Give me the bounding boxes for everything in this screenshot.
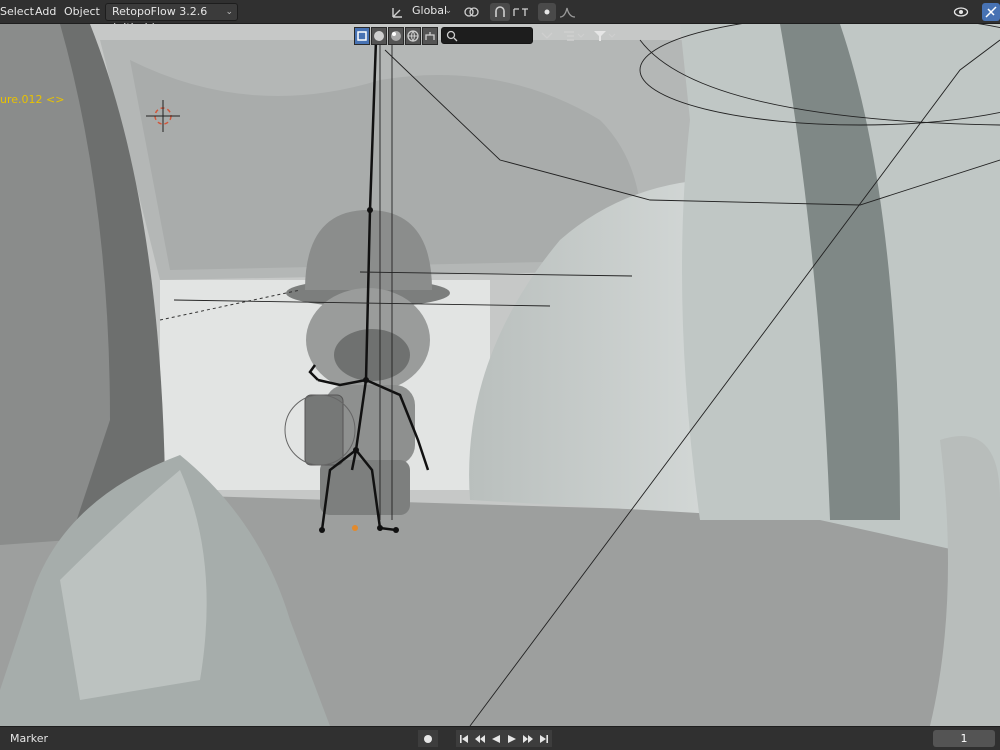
- proportional-edit-icon[interactable]: [538, 3, 556, 21]
- timeline-bar: Marker 1: [0, 726, 1000, 750]
- search-input[interactable]: [441, 27, 533, 44]
- orientation-dropdown[interactable]: Global ⌄: [406, 3, 456, 21]
- jump-start-icon[interactable]: [456, 730, 472, 747]
- snap-target-icon[interactable]: [511, 3, 531, 21]
- object-name-label: ure.012 <>: [0, 93, 65, 106]
- menu-object[interactable]: Object: [64, 5, 100, 18]
- world-icon[interactable]: [405, 27, 421, 45]
- visibility-eye-icon[interactable]: [952, 3, 972, 21]
- search-icon: [446, 30, 458, 42]
- current-frame-field[interactable]: 1: [933, 730, 995, 747]
- jump-end-icon[interactable]: [536, 730, 552, 747]
- transform-orientation-icon[interactable]: [388, 3, 408, 21]
- marker-menu[interactable]: Marker: [10, 732, 48, 745]
- chevron-down-icon: ⌄: [225, 7, 233, 17]
- falloff-icon[interactable]: [558, 3, 578, 21]
- orientation-label: Global: [412, 4, 448, 17]
- list-filter-icon[interactable]: [560, 27, 588, 45]
- play-icon[interactable]: [504, 730, 520, 747]
- menu-add[interactable]: Add: [35, 5, 56, 18]
- menu-select[interactable]: Select: [0, 5, 34, 18]
- chevron-down-icon[interactable]: [537, 27, 557, 45]
- scene-render: [0, 24, 1000, 726]
- chevron-down-icon: ⌄: [444, 6, 452, 16]
- sphere-icon[interactable]: [371, 27, 387, 45]
- pivot-point-icon[interactable]: [462, 3, 482, 21]
- filter-icon[interactable]: [592, 27, 618, 45]
- material-icon[interactable]: [388, 27, 404, 45]
- next-keyframe-icon[interactable]: [520, 730, 536, 747]
- snap-icon[interactable]: [490, 3, 510, 21]
- prev-keyframe-icon[interactable]: [472, 730, 488, 747]
- gizmo-toggle-icon[interactable]: [982, 3, 1000, 21]
- record-icon[interactable]: [418, 730, 438, 747]
- retopoflow-dropdown[interactable]: RetopoFlow 3.2.6 (github) ⌄: [105, 3, 238, 34]
- armature-icon[interactable]: [422, 27, 438, 45]
- object-mode-icon[interactable]: [354, 27, 370, 45]
- header-bar: Select Add Object RetopoFlow 3.2.6 (gith…: [0, 0, 1000, 34]
- 3d-viewport[interactable]: ure.012 <>: [0, 24, 1000, 726]
- play-reverse-icon[interactable]: [488, 730, 504, 747]
